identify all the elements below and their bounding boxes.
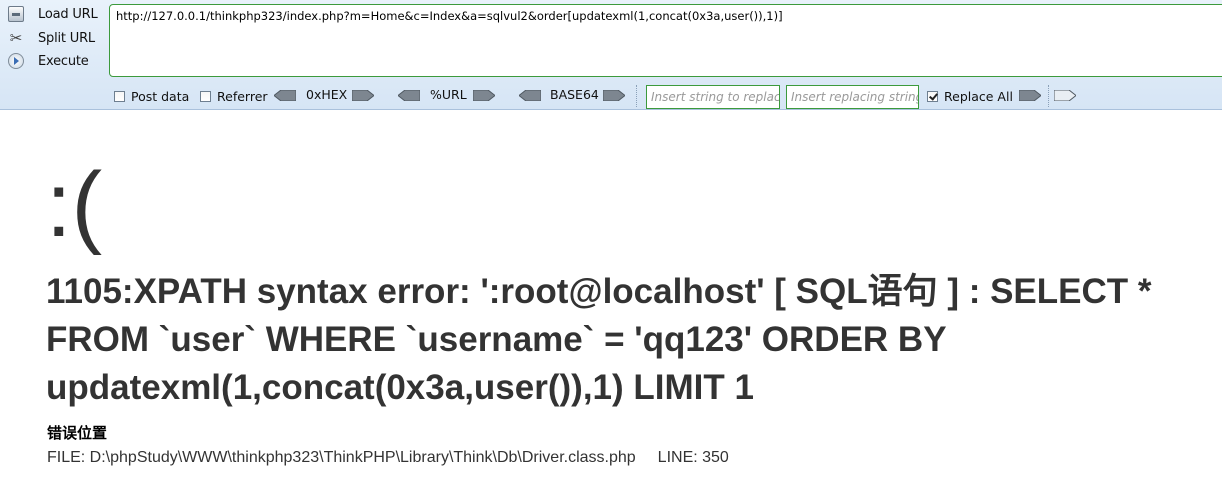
replace-all-checkbox[interactable]: Replace All	[927, 88, 1013, 104]
execute-label: Execute	[38, 53, 89, 69]
load-url-label: Load URL	[38, 6, 98, 22]
error-position-title: 错误位置	[47, 424, 108, 442]
url-input[interactable]: http://127.0.0.1/thinkphp323/index.php?m…	[109, 4, 1222, 77]
base64-label: BASE64	[550, 87, 599, 102]
url-encode-arrow-icon[interactable]	[473, 90, 495, 101]
replace-next-arrow-icon[interactable]	[1054, 90, 1076, 101]
hackbar-options-row: Post data Referrer 0xHEX %URL BASE64 Ins…	[0, 85, 1222, 109]
base64-decode-arrow-icon[interactable]	[519, 90, 541, 101]
sad-face-icon: :(	[46, 154, 103, 256]
error-line-number: LINE: 350	[657, 449, 729, 466]
error-message: 1105:XPATH syntax error: ':root@localhos…	[46, 272, 1152, 407]
toolbar-separator	[636, 85, 637, 107]
referrer-label: Referrer	[217, 88, 268, 104]
error-file-line: FILE: D:\phpStudy\WWW\thinkphp323\ThinkP…	[47, 449, 729, 467]
referrer-checkbox[interactable]: Referrer	[200, 88, 268, 104]
hex-decode-arrow-icon[interactable]	[274, 90, 296, 101]
replace-execute-arrow-icon[interactable]	[1019, 90, 1041, 101]
toolbar-separator-2	[1048, 85, 1049, 107]
url-decode-arrow-icon[interactable]	[398, 90, 420, 101]
post-data-checkbox[interactable]: Post data	[114, 88, 190, 104]
base64-encode-arrow-icon[interactable]	[603, 90, 625, 101]
replace-to-input[interactable]: Insert replacing string	[786, 85, 919, 109]
hackbar-toolbar: Load URL ✂ Split URL Execute http://127.…	[0, 0, 1222, 110]
post-data-checkbox-box[interactable]	[114, 90, 125, 102]
post-data-label: Post data	[131, 88, 190, 104]
load-url-icon	[8, 6, 24, 22]
split-url-label: Split URL	[38, 30, 95, 46]
scissors-icon: ✂	[9, 29, 23, 47]
replace-from-input[interactable]: Insert string to replace	[646, 85, 780, 109]
error-file-path: FILE: D:\phpStudy\WWW\thinkphp323\ThinkP…	[47, 449, 636, 466]
hex-encode-arrow-icon[interactable]	[352, 90, 374, 101]
load-url-button[interactable]: Load URL	[8, 4, 100, 24]
url-label: %URL	[430, 87, 467, 102]
play-icon	[8, 53, 24, 69]
hex-label: 0xHEX	[306, 87, 348, 102]
referrer-checkbox-box[interactable]	[200, 90, 211, 102]
split-url-button[interactable]: ✂ Split URL	[8, 28, 100, 48]
replace-all-label: Replace All	[944, 88, 1013, 104]
replace-all-checkbox-box[interactable]	[927, 90, 938, 102]
execute-button[interactable]: Execute	[8, 51, 100, 71]
